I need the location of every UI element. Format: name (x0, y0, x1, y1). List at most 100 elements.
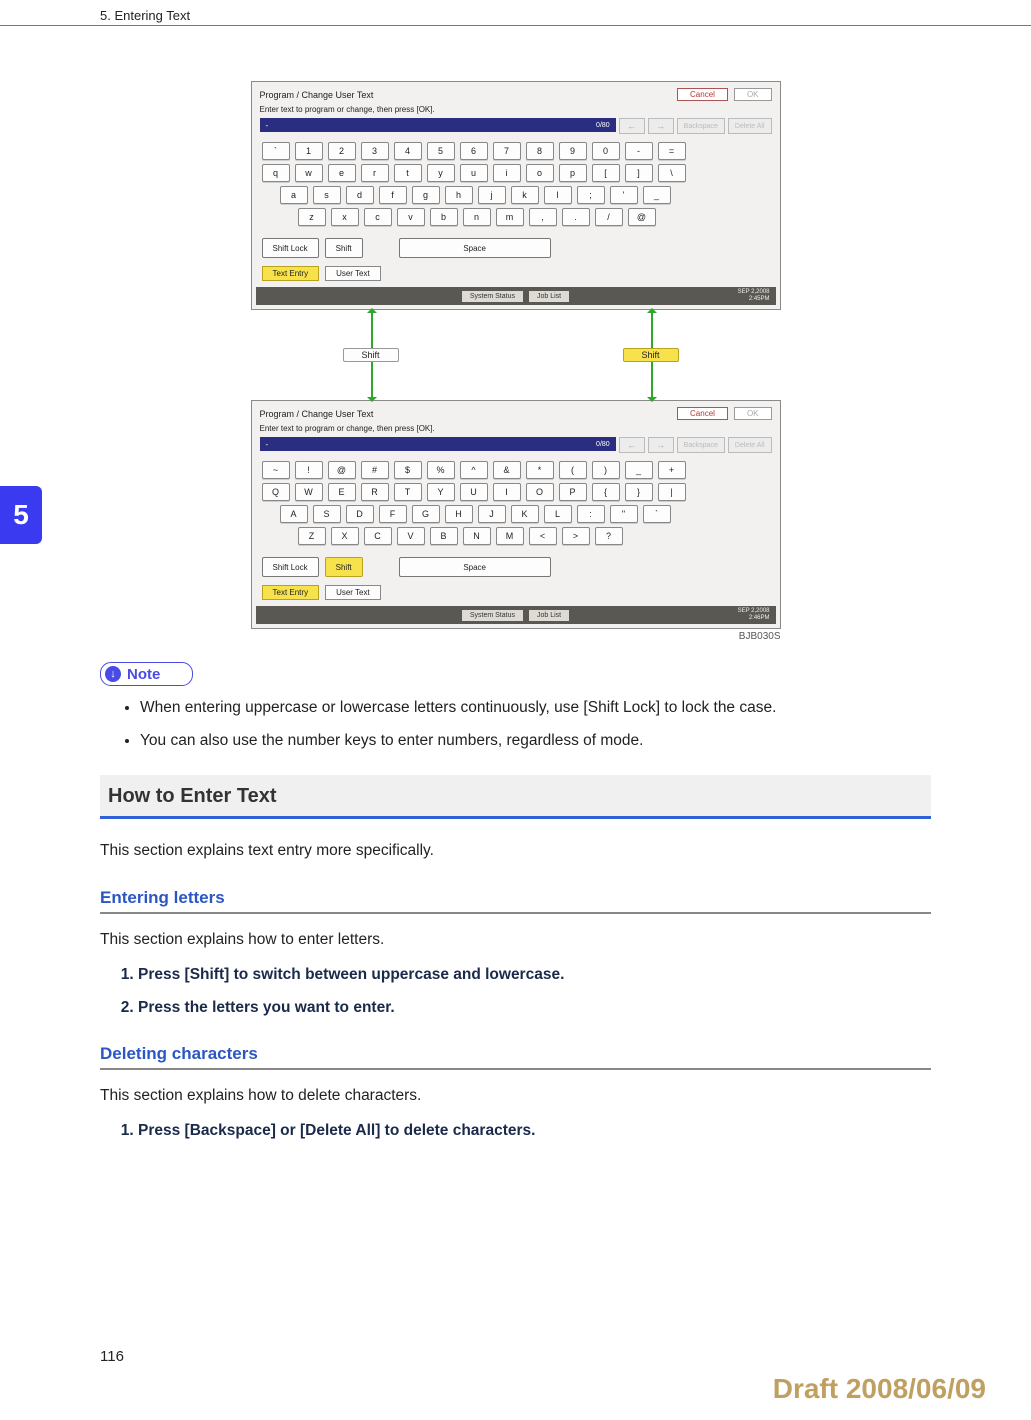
key[interactable]: 3 (361, 142, 389, 160)
key[interactable]: 5 (427, 142, 455, 160)
key[interactable]: a (280, 186, 308, 204)
key[interactable]: S (313, 505, 341, 523)
space-button[interactable]: Space (399, 238, 551, 258)
key[interactable]: H (445, 505, 473, 523)
key[interactable]: N (463, 527, 491, 545)
key[interactable]: D (346, 505, 374, 523)
key[interactable]: x (331, 208, 359, 226)
key[interactable]: K (511, 505, 539, 523)
ok-button[interactable]: OK (734, 88, 772, 101)
arrow-left-icon[interactable]: ← (619, 118, 645, 134)
key[interactable]: X (331, 527, 359, 545)
key[interactable]: ~ (262, 461, 290, 479)
arrow-left-icon[interactable]: ← (619, 437, 645, 453)
user-text-tab[interactable]: User Text (325, 266, 381, 281)
key[interactable]: 6 (460, 142, 488, 160)
key[interactable]: C (364, 527, 392, 545)
space-button[interactable]: Space (399, 557, 551, 577)
key[interactable]: c (364, 208, 392, 226)
key[interactable]: 7 (493, 142, 521, 160)
key[interactable]: Q (262, 483, 290, 501)
key[interactable]: A (280, 505, 308, 523)
key[interactable]: G (412, 505, 440, 523)
key[interactable]: F (379, 505, 407, 523)
key[interactable]: Z (298, 527, 326, 545)
key[interactable]: w (295, 164, 323, 182)
key[interactable]: ( (559, 461, 587, 479)
key[interactable]: B (430, 527, 458, 545)
shift-lock-button[interactable]: Shift Lock (262, 238, 319, 258)
key[interactable]: 1 (295, 142, 323, 160)
key[interactable]: u (460, 164, 488, 182)
key[interactable]: { (592, 483, 620, 501)
key[interactable]: h (445, 186, 473, 204)
key[interactable]: " (610, 505, 638, 523)
job-list-button[interactable]: Job List (529, 291, 569, 302)
key[interactable]: \ (658, 164, 686, 182)
cancel-button[interactable]: Cancel (677, 88, 728, 101)
key[interactable]: f (379, 186, 407, 204)
key[interactable]: g (412, 186, 440, 204)
key[interactable]: | (658, 483, 686, 501)
key[interactable]: 0 (592, 142, 620, 160)
ok-button[interactable]: OK (734, 407, 772, 420)
arrow-right-icon[interactable]: → (648, 118, 674, 134)
key[interactable]: O (526, 483, 554, 501)
key[interactable]: * (526, 461, 554, 479)
backspace-button[interactable]: Backspace (677, 437, 725, 453)
key[interactable]: q (262, 164, 290, 182)
key[interactable]: p (559, 164, 587, 182)
key[interactable]: ` (262, 142, 290, 160)
cancel-button[interactable]: Cancel (677, 407, 728, 420)
key[interactable]: > (562, 527, 590, 545)
text-entry-tab[interactable]: Text Entry (262, 266, 320, 281)
key[interactable]: , (529, 208, 557, 226)
key[interactable]: % (427, 461, 455, 479)
job-list-button[interactable]: Job List (529, 610, 569, 621)
key[interactable]: U (460, 483, 488, 501)
key[interactable]: ) (592, 461, 620, 479)
key[interactable]: @ (328, 461, 356, 479)
key[interactable]: 2 (328, 142, 356, 160)
key[interactable]: & (493, 461, 521, 479)
key[interactable]: i (493, 164, 521, 182)
key[interactable]: ^ (460, 461, 488, 479)
key[interactable]: _ (625, 461, 653, 479)
key[interactable]: ] (625, 164, 653, 182)
key[interactable]: r (361, 164, 389, 182)
key[interactable]: 9 (559, 142, 587, 160)
delete-all-button[interactable]: Delete All (728, 437, 772, 453)
key[interactable]: $ (394, 461, 422, 479)
key[interactable]: ' (610, 186, 638, 204)
key[interactable]: M (496, 527, 524, 545)
key[interactable]: W (295, 483, 323, 501)
key[interactable]: n (463, 208, 491, 226)
key[interactable]: t (394, 164, 422, 182)
key[interactable]: J (478, 505, 506, 523)
system-status-button[interactable]: System Status (462, 291, 523, 302)
key[interactable]: R (361, 483, 389, 501)
text-input[interactable]: - 0/80 (260, 118, 616, 132)
key[interactable]: L (544, 505, 572, 523)
key[interactable]: ? (595, 527, 623, 545)
key[interactable]: z (298, 208, 326, 226)
shift-button[interactable]: Shift (325, 238, 363, 258)
key[interactable]: m (496, 208, 524, 226)
key[interactable]: = (658, 142, 686, 160)
key[interactable]: o (526, 164, 554, 182)
key[interactable]: V (397, 527, 425, 545)
key[interactable]: } (625, 483, 653, 501)
delete-all-button[interactable]: Delete All (728, 118, 772, 134)
key[interactable]: 8 (526, 142, 554, 160)
key[interactable]: - (625, 142, 653, 160)
key[interactable]: l (544, 186, 572, 204)
key[interactable]: . (562, 208, 590, 226)
text-input[interactable]: - 0/80 (260, 437, 616, 451)
key[interactable]: + (658, 461, 686, 479)
key[interactable]: e (328, 164, 356, 182)
key[interactable]: ` (643, 505, 671, 523)
key[interactable]: y (427, 164, 455, 182)
key[interactable]: d (346, 186, 374, 204)
user-text-tab[interactable]: User Text (325, 585, 381, 600)
key[interactable]: Y (427, 483, 455, 501)
